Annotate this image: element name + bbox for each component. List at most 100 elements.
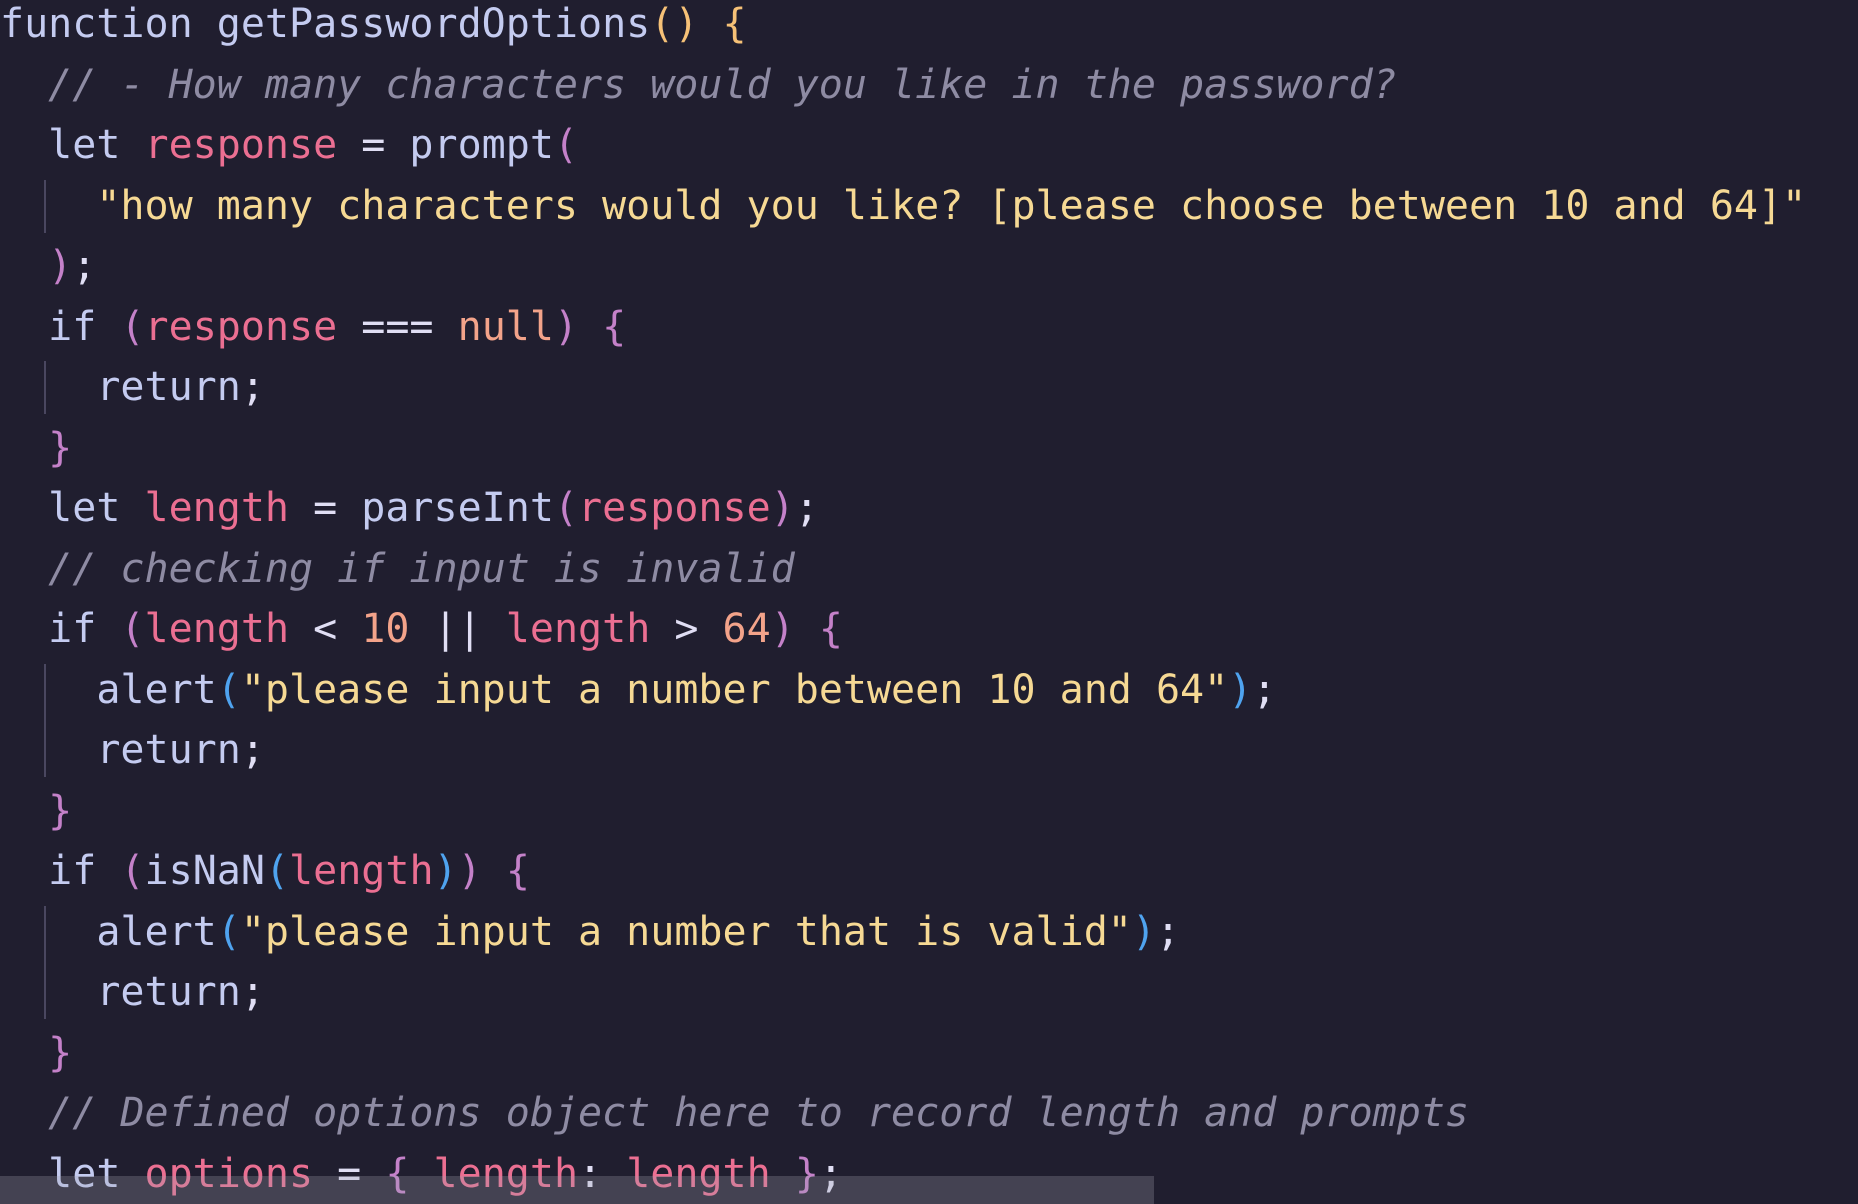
code-line: alert("please input a number that is val… bbox=[0, 902, 1180, 962]
code-token: ; bbox=[794, 485, 819, 531]
code-line: if (response === null) { bbox=[0, 297, 626, 357]
code-token: 10 bbox=[361, 606, 410, 652]
code-line: // - How many characters would you like … bbox=[0, 55, 1397, 115]
code-token: { bbox=[722, 1, 747, 47]
code-token: let bbox=[48, 485, 121, 531]
code-token: ( bbox=[216, 666, 241, 713]
code-token: ( bbox=[264, 848, 290, 894]
code-token: alert bbox=[96, 908, 217, 955]
code-line: alert("please input a number between 10 … bbox=[0, 660, 1276, 720]
code-token: length bbox=[144, 606, 290, 652]
code-token: length bbox=[144, 485, 290, 531]
code-token: // checking if input is invalid bbox=[0, 545, 795, 592]
code-token: length bbox=[505, 606, 651, 652]
code-line: // checking if input is invalid bbox=[0, 539, 795, 599]
code-token: > bbox=[650, 606, 723, 652]
code-token: < bbox=[289, 606, 362, 652]
code-token: // - How many characters would you like … bbox=[0, 61, 1397, 108]
code-token: if bbox=[48, 606, 97, 652]
code-token: ; bbox=[1155, 908, 1181, 955]
code-token: return bbox=[96, 727, 241, 773]
indent-guide bbox=[44, 906, 46, 1019]
code-token: ; bbox=[1252, 666, 1277, 713]
code-token: || bbox=[409, 606, 506, 652]
code-line: let response = prompt( bbox=[0, 115, 578, 175]
code-token: === bbox=[337, 303, 458, 350]
code-line: ); bbox=[0, 236, 96, 296]
code-line: if (isNaN(length)) { bbox=[0, 841, 530, 901]
code-token: "how many characters would you like? [pl… bbox=[96, 182, 1807, 229]
code-token: getPasswordOptions bbox=[216, 1, 651, 47]
horizontal-scrollbar[interactable] bbox=[0, 1176, 1154, 1204]
code-token: return bbox=[96, 969, 241, 1015]
code-token: ) bbox=[1131, 908, 1156, 955]
code-line: return; bbox=[0, 962, 265, 1022]
code-editor[interactable]: function getPasswordOptions() { // - How… bbox=[0, 0, 1858, 1204]
code-token: = bbox=[289, 485, 362, 531]
code-token: ) bbox=[457, 848, 482, 894]
code-token: ( bbox=[553, 122, 579, 168]
code-token: { bbox=[505, 848, 530, 894]
code-token: parseInt bbox=[361, 485, 554, 531]
indent-guide bbox=[44, 361, 46, 414]
code-token: ( bbox=[120, 303, 145, 350]
code-token: ; bbox=[240, 364, 265, 410]
code-token: ) bbox=[48, 243, 73, 289]
code-token: = bbox=[337, 122, 410, 168]
code-token: if bbox=[48, 303, 97, 350]
code-token: ) bbox=[770, 606, 795, 652]
code-line: // Defined options object here to record… bbox=[0, 1083, 1469, 1143]
code-token: "please input a number that is valid" bbox=[240, 908, 1132, 955]
code-token: } bbox=[48, 1029, 73, 1076]
code-line: "how many characters would you like? [pl… bbox=[0, 176, 1806, 236]
code-token: ( bbox=[120, 606, 145, 652]
code-token: { bbox=[818, 606, 843, 652]
code-token: ; bbox=[240, 727, 265, 773]
code-token: response bbox=[144, 122, 338, 168]
code-token: if bbox=[48, 848, 97, 894]
code-token: ) bbox=[553, 303, 579, 350]
code-token: response bbox=[578, 485, 771, 531]
code-line: let length = parseInt(response); bbox=[0, 478, 819, 538]
code-line: function getPasswordOptions() { bbox=[0, 0, 747, 54]
code-line: if (length < 10 || length > 64) { bbox=[0, 599, 843, 659]
code-token: ) bbox=[770, 485, 795, 531]
code-line: return; bbox=[0, 720, 265, 780]
code-line: return; bbox=[0, 357, 265, 417]
code-token: 64 bbox=[722, 606, 771, 652]
code-token: { bbox=[602, 303, 627, 350]
code-token: function bbox=[0, 1, 193, 47]
code-token: ) bbox=[1228, 666, 1253, 713]
code-token: response bbox=[144, 303, 338, 350]
code-token: return bbox=[96, 364, 241, 410]
code-token: ; bbox=[240, 969, 265, 1015]
code-token: ( bbox=[553, 485, 579, 531]
indent-guide bbox=[44, 180, 46, 233]
code-token: } bbox=[48, 787, 73, 834]
indent-guide bbox=[44, 664, 46, 777]
code-token: ( bbox=[216, 908, 241, 955]
code-token: () bbox=[650, 1, 699, 47]
code-token: } bbox=[48, 424, 73, 471]
